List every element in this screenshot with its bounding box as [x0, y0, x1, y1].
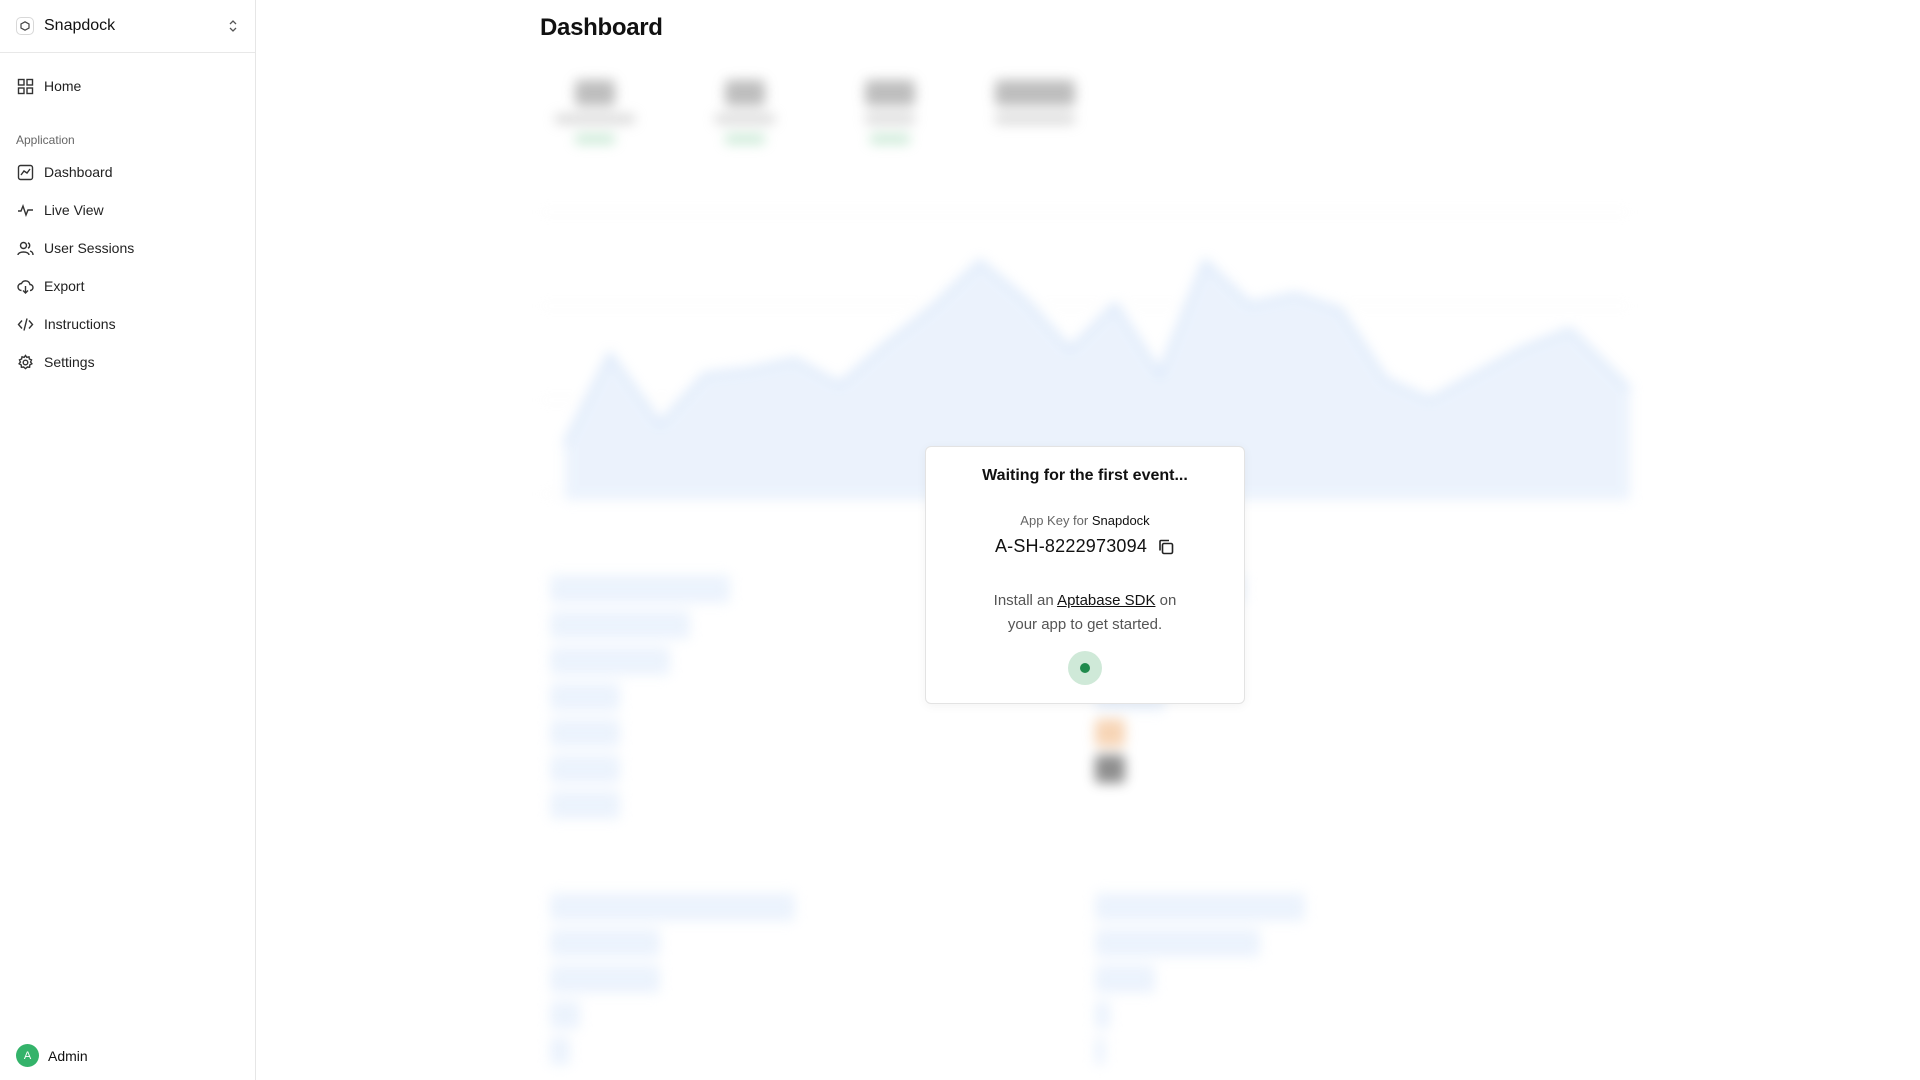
install-instructions: Install an Aptabase SDK on your app to g… — [985, 589, 1185, 637]
gear-icon — [18, 353, 33, 370]
code-icon — [17, 317, 34, 331]
dialog-title: Waiting for the first event... — [982, 467, 1188, 484]
sidebar-item-export[interactable]: Export — [8, 267, 247, 305]
sidebar-item-label: Export — [44, 278, 85, 294]
app-key-prefix: App Key for — [1020, 513, 1089, 528]
app-logo-icon — [16, 17, 34, 35]
chart-icon — [17, 164, 34, 180]
sidebar-section-label: Application — [16, 133, 75, 147]
status-dot-icon — [1080, 663, 1090, 673]
sidebar-item-label: Settings — [44, 354, 95, 370]
users-icon — [17, 241, 34, 255]
blurred-panel-versions — [1095, 893, 1595, 1080]
stat-placeholder — [540, 80, 650, 144]
cloud-download-icon — [17, 279, 34, 294]
avatar: A — [16, 1044, 39, 1067]
app-key-label: App Key for Snapdock — [926, 513, 1244, 528]
grid-icon — [17, 78, 34, 94]
sidebar-item-settings[interactable]: Settings — [8, 343, 247, 381]
install-prefix: Install an — [993, 592, 1054, 609]
main-content: Dashboard Waiting for the first event...… — [257, 0, 1920, 1080]
waiting-status-indicator — [1068, 651, 1102, 685]
aptabase-sdk-link[interactable]: Aptabase SDK — [1057, 592, 1155, 609]
stat-placeholder — [980, 80, 1090, 124]
app-key-row: A-SH-8222973094 — [926, 536, 1244, 557]
sidebar: Snapdock Home Application Dashboard Live… — [0, 0, 256, 1080]
sidebar-item-home[interactable]: Home — [8, 67, 247, 105]
sidebar-item-label: Home — [44, 78, 82, 94]
sidebar-nav: Home Application Dashboard Live View Use… — [0, 53, 255, 381]
sidebar-item-dashboard[interactable]: Dashboard — [8, 153, 247, 191]
sidebar-item-user-sessions[interactable]: User Sessions — [8, 229, 247, 267]
waiting-for-event-dialog: Waiting for the first event... App Key f… — [925, 446, 1245, 704]
app-key-value: A-SH-8222973094 — [994, 536, 1148, 556]
sidebar-item-label: User Sessions — [44, 240, 135, 256]
stat-placeholder — [835, 80, 945, 144]
sidebar-item-label: Live View — [44, 202, 104, 218]
chevron-up-down-icon — [229, 20, 237, 32]
app-switcher[interactable]: Snapdock — [0, 0, 255, 53]
sidebar-item-instructions[interactable]: Instructions — [8, 305, 247, 343]
app-key-app-name: Snapdock — [1091, 513, 1150, 528]
sidebar-item-label: Instructions — [44, 316, 116, 332]
blurred-panel-events — [550, 893, 1050, 1080]
user-name: Admin — [48, 1047, 88, 1064]
app-name: Snapdock — [44, 17, 116, 34]
stat-placeholder — [690, 80, 800, 144]
copy-icon[interactable] — [1157, 538, 1175, 556]
user-menu[interactable]: A Admin — [16, 1044, 88, 1067]
sidebar-item-live-view[interactable]: Live View — [8, 191, 247, 229]
activity-icon — [18, 203, 33, 217]
sidebar-item-label: Dashboard — [44, 164, 113, 180]
